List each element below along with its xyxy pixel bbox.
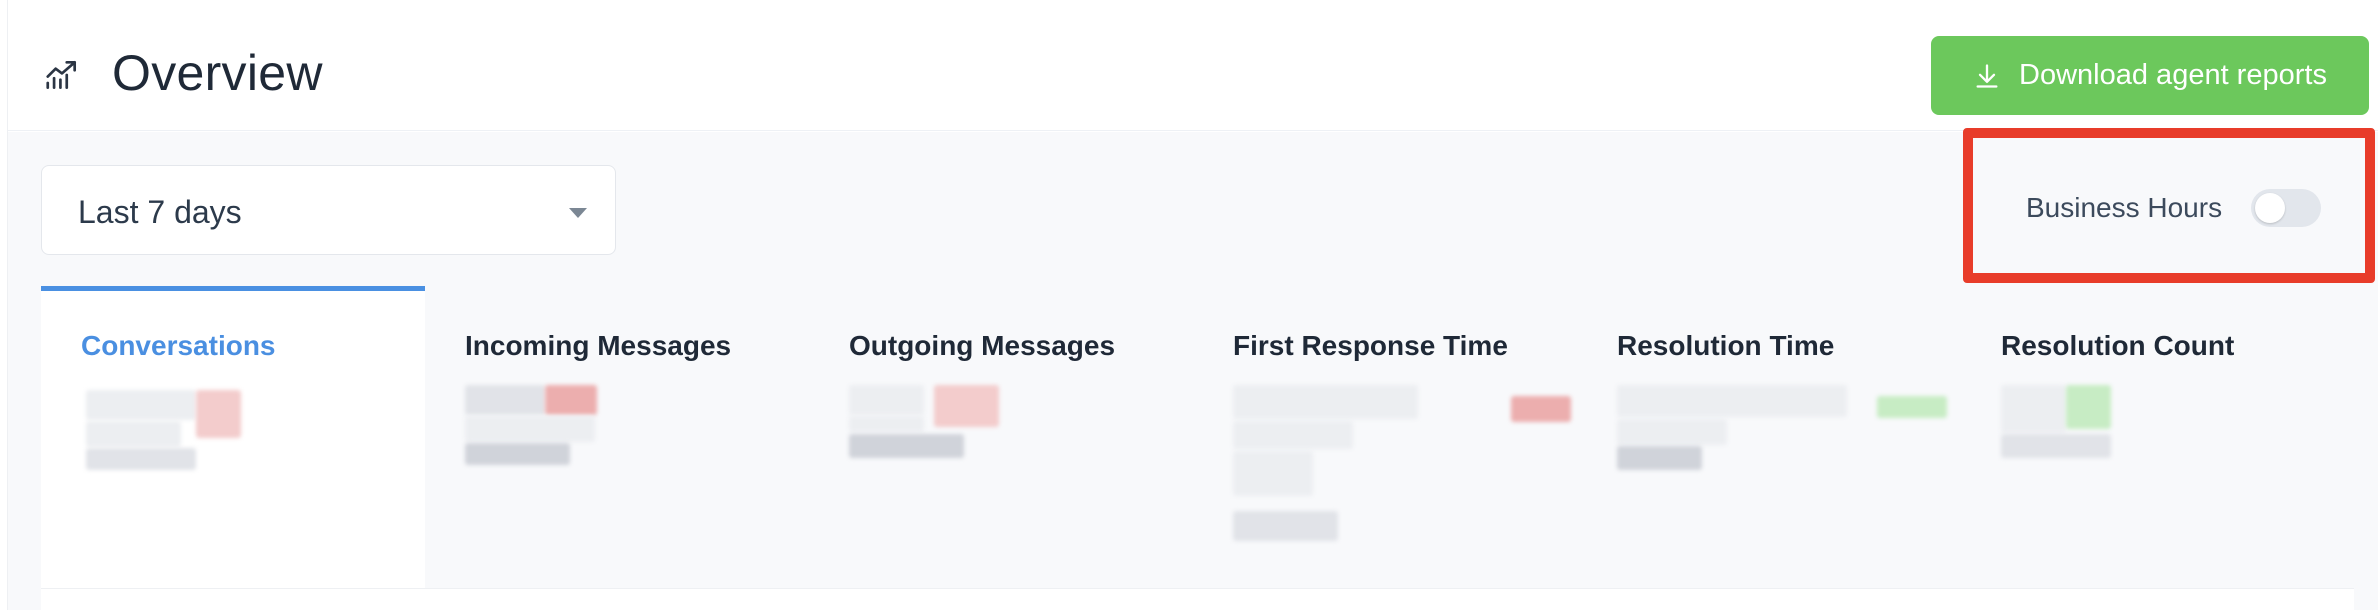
tab-resolution-time[interactable]: Resolution Time — [1577, 286, 1961, 610]
metric-subvalue — [465, 443, 570, 465]
metric-value — [1233, 421, 1353, 449]
toggle-knob — [2255, 193, 2285, 223]
download-agent-reports-button[interactable]: Download agent reports — [1931, 36, 2369, 115]
tab-label: First Response Time — [1233, 330, 1508, 361]
metric-subvalue — [1617, 446, 1702, 470]
chart-panel-top — [41, 588, 2354, 610]
app-frame: Overview Download agent reports Last 7 d… — [7, 0, 2378, 610]
metric-value — [465, 385, 545, 415]
caret-down-icon — [569, 208, 587, 218]
tab-incoming-messages[interactable]: Incoming Messages — [425, 286, 809, 610]
tab-outgoing-messages[interactable]: Outgoing Messages — [809, 286, 1193, 610]
metric-change — [934, 385, 999, 427]
metric-value — [465, 416, 595, 442]
page-title: Overview — [112, 45, 323, 101]
tab-label: Conversations — [81, 330, 276, 361]
metric-value — [2001, 385, 2066, 433]
date-range-value: Last 7 days — [78, 194, 242, 230]
tab-label: Outgoing Messages — [849, 330, 1116, 361]
metric-change — [545, 385, 597, 415]
download-icon — [1976, 63, 1998, 88]
tab-label: Resolution Time — [1617, 330, 1835, 361]
business-hours-label: Business Hours — [2026, 192, 2223, 223]
chart-trend-icon — [46, 60, 77, 90]
metric-change — [1511, 396, 1571, 422]
date-range-select[interactable]: Last 7 days — [41, 165, 616, 255]
download-button-label: Download agent reports — [2019, 59, 2327, 91]
metric-value — [86, 390, 196, 420]
tab-label: Incoming Messages — [465, 330, 732, 361]
metric-value — [1233, 385, 1418, 419]
metric-value — [849, 385, 924, 415]
metric-value — [1617, 419, 1727, 445]
metric-value — [849, 416, 924, 432]
tab-conversations[interactable]: Conversations — [41, 286, 425, 610]
tab-first-response-time[interactable]: First Response Time — [1193, 286, 1577, 610]
metric-value — [86, 421, 181, 447]
metric-change — [196, 390, 241, 438]
metric-value — [1617, 385, 1847, 417]
metric-value — [1233, 451, 1313, 496]
metric-change — [1877, 396, 1947, 418]
report-content: Last 7 days Business Hours Conversations… — [8, 128, 2378, 610]
metric-subvalue — [2001, 434, 2111, 458]
metric-subvalue — [1233, 511, 1338, 541]
metric-tabs: Conversations Incoming Messages Outgoing… — [41, 286, 2354, 610]
business-hours-toggle[interactable] — [2251, 189, 2321, 227]
tab-label: Resolution Count — [2001, 330, 2235, 361]
metric-change — [2066, 385, 2111, 429]
tab-resolution-count[interactable]: Resolution Count — [1961, 286, 2345, 610]
metric-subvalue — [86, 448, 196, 470]
metric-subvalue — [849, 434, 964, 458]
page-header: Overview Download agent reports — [8, 0, 2378, 131]
